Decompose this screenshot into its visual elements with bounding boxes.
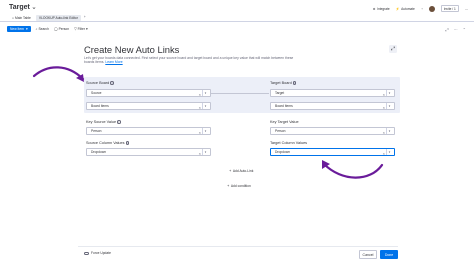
- force-update-label: Force Update: [91, 251, 111, 255]
- toggle-icon[interactable]: [84, 251, 89, 255]
- arrow-to-source-board: [32, 66, 85, 82]
- done-button[interactable]: Done: [380, 250, 398, 259]
- arrow-to-target-column: [322, 160, 384, 179]
- annotation-arrows: [32, 66, 384, 179]
- force-update-toggle[interactable]: Force Update: [84, 251, 111, 255]
- cancel-button[interactable]: Cancel: [359, 250, 377, 259]
